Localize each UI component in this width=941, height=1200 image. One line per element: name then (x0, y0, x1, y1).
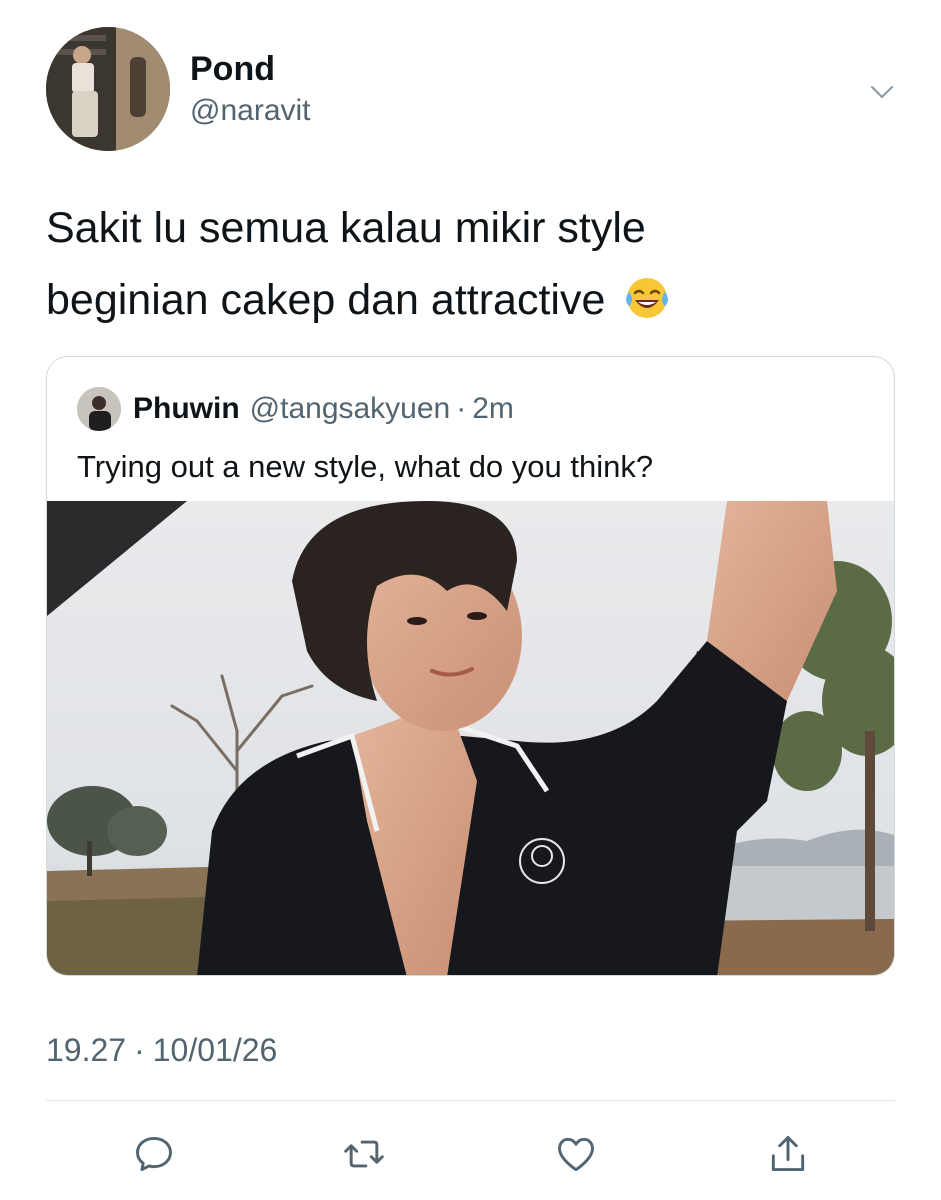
speech-bubble-icon (136, 1136, 172, 1172)
quoted-tweet-text: Trying out a new style, what do you thin… (77, 449, 654, 484)
heart-icon (558, 1137, 594, 1172)
share-icon (771, 1136, 805, 1172)
quoted-tweet-header: Phuwin @tangsakyuen · 2m (77, 387, 514, 431)
retweet-icon (344, 1140, 384, 1168)
tweet-timestamp[interactable]: 19.27 · 10/01/26 (46, 1032, 277, 1069)
retweet-button[interactable] (336, 1126, 392, 1182)
tweet: Pond @naravit Sakit lu semua kalau mikir… (0, 0, 941, 1200)
avatar-photo (46, 27, 170, 151)
quoted-author-avatar[interactable] (77, 387, 121, 431)
quoted-author-handle[interactable]: @tangsakyuen (250, 392, 451, 426)
quoted-author-name[interactable]: Phuwin (133, 392, 240, 426)
chevron-down-icon (871, 86, 893, 98)
tweet-date: 10/01/26 (152, 1032, 278, 1068)
quoted-tweet-card[interactable]: Phuwin @tangsakyuen · 2m Trying out a ne… (46, 356, 895, 976)
quoted-media-photo[interactable] (47, 501, 894, 975)
divider (46, 1100, 895, 1101)
reply-button[interactable] (126, 1126, 182, 1182)
tweet-text: Sakit lu semua kalau mikir style beginia… (46, 192, 906, 336)
tweet-time: 19.27 (46, 1032, 127, 1068)
face-with-tears-of-joy-icon (626, 278, 669, 318)
tweet-actions-bar (0, 1120, 941, 1190)
timestamp-separator: · (134, 1032, 145, 1068)
tweet-text-line-1: Sakit lu semua kalau mikir style (46, 204, 646, 252)
quoted-separator: · (456, 392, 467, 425)
quoted-time: 2m (472, 392, 514, 425)
tweet-text-line-2: beginian cakep dan attractive (46, 276, 606, 324)
share-button[interactable] (760, 1126, 816, 1182)
author-handle[interactable]: @naravit (190, 94, 311, 128)
more-options-button[interactable] (862, 72, 902, 112)
author-name[interactable]: Pond (190, 50, 275, 89)
quoted-avatar-photo (77, 387, 121, 431)
like-button[interactable] (548, 1126, 604, 1182)
photo-image (47, 501, 894, 975)
author-avatar[interactable] (46, 27, 170, 151)
